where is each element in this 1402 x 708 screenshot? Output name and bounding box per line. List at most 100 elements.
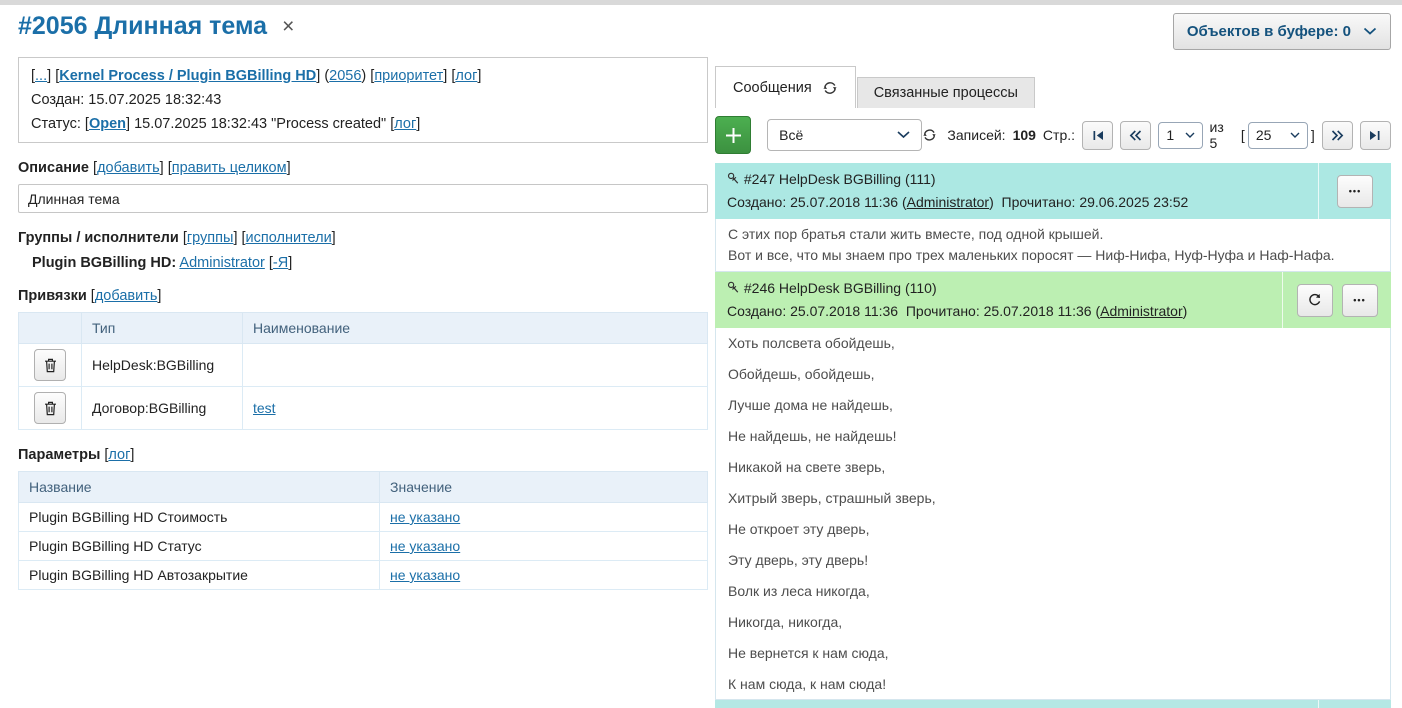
- bindings-type-header: Тип: [82, 313, 243, 344]
- params-header-row: Название Значение: [19, 472, 708, 503]
- binding-type: HelpDesk:BGBilling: [82, 344, 243, 387]
- prev-page-button[interactable]: [1120, 121, 1151, 150]
- created-line: Создан: 15.07.2025 18:32:43: [31, 88, 695, 112]
- binding-name-link[interactable]: test: [253, 400, 276, 416]
- chevron-down-icon: [897, 131, 910, 139]
- priority-link[interactable]: приоритет: [374, 68, 443, 84]
- executor-group-name: Plugin BGBilling HD:: [32, 255, 176, 271]
- message-title-line: #246 HelpDesk BGBilling (110): [727, 277, 1270, 300]
- message-filter-select[interactable]: Всё: [767, 119, 922, 151]
- message-title-line: #247 HelpDesk BGBilling (111): [727, 168, 1306, 191]
- log-link[interactable]: лог: [455, 68, 477, 84]
- refresh-icon[interactable]: [922, 127, 937, 143]
- remove-me-link[interactable]: -Я: [273, 255, 288, 271]
- read-value: 25.07.2018 11:36: [984, 303, 1092, 319]
- refresh-icon[interactable]: [822, 80, 838, 96]
- pager-zone: Записей: 109 Стр.: 1 из 5 25: [922, 119, 1391, 151]
- bindings-label: Привязки: [18, 288, 87, 304]
- status-open-link[interactable]: Open: [89, 116, 126, 132]
- page-size-value: 25: [1256, 127, 1272, 143]
- messages-toolbar: Всё Записей: 109 Стр.: 1 из 5 25: [715, 117, 1391, 153]
- next-message-divider: [1318, 700, 1319, 708]
- read-label: Прочитано:: [1002, 194, 1076, 210]
- message-actions: •••: [1318, 163, 1391, 219]
- param-value-link[interactable]: не указано: [390, 509, 460, 525]
- delete-binding-button[interactable]: [34, 349, 66, 381]
- message-actions: •••: [1282, 272, 1391, 328]
- page-size-wrap: 25: [1241, 122, 1315, 149]
- description-add-link[interactable]: добавить: [97, 160, 160, 176]
- binding-name: [243, 344, 708, 387]
- add-message-button[interactable]: [715, 116, 751, 154]
- message-body: С этих пор братья стали жить вместе, под…: [715, 219, 1391, 272]
- table-row: Plugin BGBilling HD Статус не указано: [19, 532, 708, 561]
- created-value: 25.07.2018 11:36: [790, 303, 898, 319]
- description-input[interactable]: [18, 184, 708, 213]
- process-info-box: ... Kernel Process / Plugin BGBilling HD…: [18, 57, 708, 143]
- tab-messages[interactable]: Сообщения: [715, 66, 856, 108]
- message-meta-line: Создано: 25.07.2018 11:36 Administrator …: [727, 191, 1306, 214]
- tab-related-processes[interactable]: Связанные процессы: [857, 77, 1035, 108]
- groups-link[interactable]: группы: [187, 230, 234, 246]
- current-page-select[interactable]: 1: [1158, 122, 1202, 149]
- executor-user-link[interactable]: Administrator: [179, 255, 264, 271]
- param-name: Plugin BGBilling HD Стоимость: [19, 503, 380, 532]
- page-title-row: #2056 Длинная тема ×: [18, 12, 708, 41]
- created-label: Создано:: [727, 303, 786, 319]
- last-page-button[interactable]: [1360, 121, 1391, 150]
- message-menu-button[interactable]: •••: [1342, 284, 1378, 317]
- trash-icon: [44, 358, 57, 373]
- next-page-button[interactable]: [1322, 121, 1353, 150]
- message-item: #247 HelpDesk BGBilling (111) Создано: 2…: [715, 163, 1391, 272]
- status-log-link[interactable]: лог: [394, 116, 416, 132]
- message-title: #247 HelpDesk BGBilling (111): [744, 171, 936, 187]
- message-menu-button[interactable]: •••: [1337, 175, 1373, 208]
- message-item: #246 HelpDesk BGBilling (110) Создано: 2…: [715, 272, 1391, 700]
- binding-type: Договор:BGBilling: [82, 387, 243, 430]
- created-value: 25.07.2018 11:36: [790, 194, 898, 210]
- first-page-button[interactable]: [1082, 121, 1113, 150]
- message-header-text: #247 HelpDesk BGBilling (111) Создано: 2…: [715, 163, 1318, 219]
- buffer-objects-button[interactable]: Объектов в буфере: 0: [1173, 13, 1391, 50]
- pages-label: Стр.:: [1043, 127, 1075, 143]
- status-line: Статус: Open 15.07.2025 18:32:43 "Proces…: [31, 112, 695, 136]
- bindings-add-link[interactable]: добавить: [95, 288, 158, 304]
- delete-binding-button[interactable]: [34, 392, 66, 424]
- params-table: Название Значение Plugin BGBilling HD Ст…: [18, 471, 708, 590]
- param-value-link[interactable]: не указано: [390, 538, 460, 554]
- params-log-link[interactable]: лог: [108, 447, 130, 463]
- read-value: 29.06.2025 23:52: [1079, 194, 1188, 210]
- next-message-header-partial: [715, 700, 1391, 708]
- chevron-down-icon: [1290, 132, 1300, 139]
- message-title: #246 HelpDesk BGBilling (110): [744, 280, 937, 296]
- tab-bar: Сообщения Связанные процессы: [715, 66, 1391, 108]
- prev-page-icon: [1129, 130, 1142, 141]
- process-type-link[interactable]: Kernel Process / Plugin BGBilling HD: [59, 68, 316, 84]
- records-label: Записей:: [947, 127, 1005, 143]
- description-edit-link[interactable]: править целиком: [172, 160, 287, 176]
- reply-arrow-icon: [1307, 293, 1322, 308]
- executor-row: Plugin BGBilling HD: Administrator -Я: [18, 255, 708, 271]
- of-pages-label: из 5: [1210, 119, 1234, 151]
- table-row: Plugin BGBilling HD Автозакрытие не указ…: [19, 561, 708, 590]
- status-label: Статус:: [31, 116, 81, 132]
- ellipsis-icon: •••: [1353, 295, 1365, 305]
- param-name: Plugin BGBilling HD Статус: [19, 532, 380, 561]
- executors-link[interactable]: исполнители: [246, 230, 332, 246]
- more-link[interactable]: ...: [35, 68, 47, 84]
- bindings-actions-header: [19, 313, 82, 344]
- process-id-link[interactable]: 2056: [329, 68, 361, 84]
- tab-related-label: Связанные процессы: [874, 85, 1018, 101]
- close-icon[interactable]: ×: [282, 16, 294, 37]
- message-filter-value: Всё: [779, 127, 803, 143]
- bindings-heading: Привязки добавить: [18, 288, 708, 304]
- bindings-table: Тип Наименование HelpDesk:BGBilling Дого…: [18, 312, 708, 430]
- author-link[interactable]: Administrator: [1100, 303, 1182, 319]
- chevron-down-icon: [1363, 27, 1377, 36]
- author-link[interactable]: Administrator: [907, 194, 989, 210]
- param-value-link[interactable]: не указано: [390, 567, 460, 583]
- reply-button[interactable]: [1297, 284, 1333, 317]
- message-meta-line: Создано: 25.07.2018 11:36 Прочитано: 25.…: [727, 300, 1270, 323]
- page-size-select[interactable]: 25: [1248, 122, 1308, 149]
- top-window-strip: [0, 0, 1402, 5]
